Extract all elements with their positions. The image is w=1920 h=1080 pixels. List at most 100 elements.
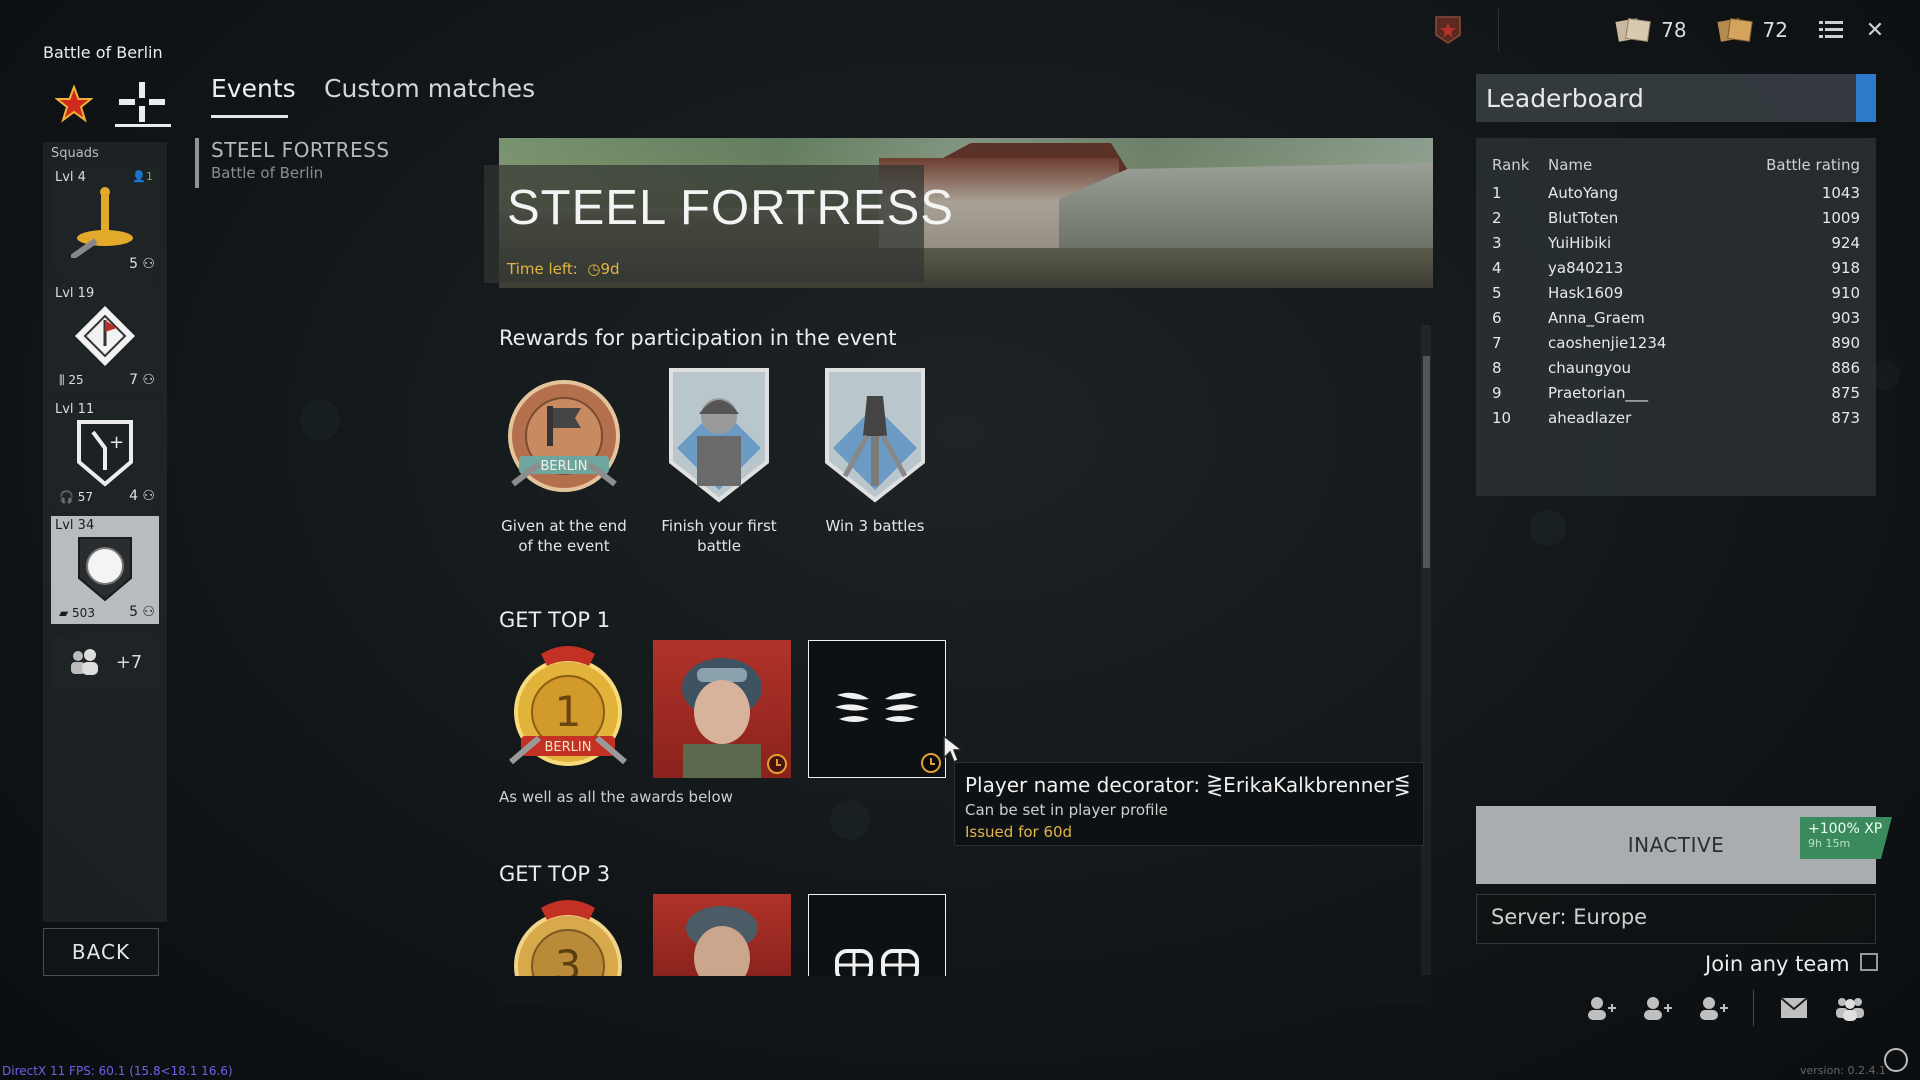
leaderboard-rank: 6: [1492, 308, 1502, 327]
berlin-medal-icon: BERLIN: [499, 364, 629, 504]
soldier-portrait-tile[interactable]: [653, 640, 791, 778]
leaderboard-rank: 10: [1492, 408, 1512, 427]
leaderboard-row[interactable]: 5 Hask1609 910: [1492, 280, 1860, 305]
grenades-decorator-icon: [835, 949, 919, 976]
squad-card[interactable]: Lvl 4 👤1 5 ⚇: [51, 168, 159, 276]
social-divider: [1753, 990, 1754, 1026]
top1-medal-icon: 1 BERLIN: [509, 646, 627, 766]
tab-events[interactable]: Events: [211, 74, 296, 103]
leaderboard-panel: Rank Name Battle rating 1 AutoYang 1043 2 Bl…: [1476, 138, 1876, 496]
top3-medal-tile[interactable]: 3: [499, 894, 637, 976]
clock-icon: ◷: [582, 260, 601, 278]
leaderboard-rating: 875: [1831, 383, 1860, 402]
leaderboard-row[interactable]: 8 chaungyou 886: [1492, 355, 1860, 380]
leaderboard-row[interactable]: 2 BlutToten 1009: [1492, 205, 1860, 230]
friends-icon[interactable]: [1834, 993, 1866, 1023]
content-scrollbar-thumb[interactable]: [1423, 356, 1430, 568]
gold-ticket-count: 72: [1762, 18, 1788, 42]
tooltip-issued: Issued for 60d: [965, 823, 1073, 841]
gold-tickets[interactable]: 72: [1715, 16, 1788, 44]
squad-badge-value: ▰ 503: [59, 606, 95, 620]
leaderboard-rating: 1009: [1821, 208, 1860, 227]
join-any-team-checkbox[interactable]: [1860, 953, 1878, 971]
leaderboard-rank: 8: [1492, 358, 1502, 377]
xp-bonus-time: 9h 15m: [1808, 837, 1851, 850]
name-decorator-tile[interactable]: [808, 640, 946, 778]
leaderboard-row[interactable]: 3 YuiHibiki 924: [1492, 230, 1860, 255]
leaderboard-row[interactable]: 6 Anna_Graem 903: [1492, 305, 1860, 330]
reward-caption: Win 3 battles: [825, 517, 925, 535]
more-squads-button[interactable]: +7: [51, 636, 159, 688]
leaderboard-rank: 2: [1492, 208, 1502, 227]
leaderboard-row[interactable]: 4 ya840213 918: [1492, 255, 1860, 280]
german-cross-icon[interactable]: [115, 80, 171, 132]
leaderboard-player-name: AutoYang: [1548, 183, 1619, 202]
squad-member-count: 7 ⚇: [129, 372, 155, 388]
reward-tooltip: Player name decorator: ⋛ErikaKalkbrenner…: [954, 762, 1424, 846]
squad-card[interactable]: Lvl 19 ⫼ 25 7 ⚇: [51, 284, 159, 392]
leaderboard-player-name: Praetorian___: [1548, 383, 1648, 402]
radio-emblem-icon: +: [77, 420, 133, 487]
leaderboard-rank: 3: [1492, 233, 1502, 252]
xp-bonus-value: +100% XP: [1808, 821, 1883, 837]
reward-item[interactable]: BERLIN Given at the end of the event: [499, 364, 629, 556]
name-decorator-tile[interactable]: [808, 894, 946, 976]
leaderboard-rating: 886: [1831, 358, 1860, 377]
leaderboard-row[interactable]: 7 caoshenjie1234 890: [1492, 330, 1860, 355]
tank-emblem-icon: [78, 537, 132, 602]
leaderboard-rating: 910: [1831, 283, 1860, 302]
leaderboard-row[interactable]: 10 aheadlazer 873: [1492, 405, 1860, 430]
mail-icon[interactable]: [1778, 993, 1810, 1023]
server-select[interactable]: Server: Europe: [1476, 894, 1876, 944]
leaderboard-rank: 5: [1492, 283, 1502, 302]
version-label: version: 0.2.4.1: [1800, 1064, 1886, 1077]
tab-active-underline: [211, 115, 288, 118]
svg-text:3: 3: [555, 941, 582, 976]
tab-custom-matches[interactable]: Custom matches: [324, 74, 535, 103]
leaderboard-rank: 1: [1492, 183, 1502, 202]
invite-player-3-icon[interactable]: [1697, 993, 1729, 1023]
soldier-portrait-icon: [654, 364, 784, 504]
leaderboard-rating: 903: [1831, 308, 1860, 327]
column-header-rating: Battle rating: [1766, 156, 1860, 174]
menu-list-icon[interactable]: [1816, 15, 1846, 45]
reward-caption: Given at the end of the event: [501, 517, 627, 555]
leaderboard-player-name: aheadlazer: [1548, 408, 1632, 427]
soldier-portrait-tile[interactable]: [653, 894, 791, 976]
squad-card[interactable]: Lvl 11 + 🎧 57 4 ⚇: [51, 400, 159, 508]
leaderboard-table: Rank Name Battle rating 1 AutoYang 1043 2 Bl…: [1492, 156, 1860, 430]
invite-player-2-icon[interactable]: [1641, 993, 1673, 1023]
leaderboard-header-row: Rank Name Battle rating: [1492, 156, 1860, 180]
silver-tickets[interactable]: 78: [1613, 16, 1687, 44]
top-right-bar: 78 72 ✕: [1434, 9, 1890, 51]
close-icon[interactable]: ✕: [1860, 15, 1890, 45]
squad-new-member-badge: 👤1: [132, 170, 153, 183]
grenade-badge-icon: [810, 364, 940, 504]
leaderboard-player-name: caoshenjie1234: [1548, 333, 1667, 352]
squads-label: Squads: [51, 146, 99, 161]
squad-level: Lvl 34: [55, 518, 95, 533]
leaderboard-rating: 924: [1831, 233, 1860, 252]
soviet-star-icon[interactable]: [54, 84, 94, 127]
reward-item[interactable]: Win 3 battles: [810, 364, 940, 536]
event-list-item-name: STEEL FORTRESS: [211, 138, 390, 162]
leaderboard-rating: 1043: [1821, 183, 1860, 202]
leaderboard-title: Leaderboard: [1486, 84, 1644, 113]
invite-player-1-icon[interactable]: [1585, 993, 1617, 1023]
rank-badge-icon[interactable]: [1434, 16, 1462, 44]
faction-selector: [54, 80, 171, 132]
top3-title: GET TOP 3: [499, 862, 611, 886]
squad-card-selected[interactable]: Lvl 34 ▰ 503 5 ⚇: [51, 516, 159, 624]
leaderboard-rank: 7: [1492, 333, 1502, 352]
timed-reward-clock-icon: [767, 754, 787, 774]
back-button[interactable]: BACK: [43, 928, 159, 976]
mortar-emblem-icon: [75, 306, 135, 366]
top1-medal-tile[interactable]: 1 BERLIN: [499, 640, 637, 778]
leaderboard-row[interactable]: 9 Praetorian___ 875: [1492, 380, 1860, 405]
reward-item[interactable]: Finish your first battle: [654, 364, 784, 556]
leaderboard-rating: 890: [1831, 333, 1860, 352]
leaderboard-row[interactable]: 1 AutoYang 1043: [1492, 180, 1860, 205]
leaderboard-player-name: Hask1609: [1548, 283, 1624, 302]
event-list-item[interactable]: STEEL FORTRESS Battle of Berlin: [195, 138, 455, 188]
header-divider: [1498, 9, 1500, 51]
